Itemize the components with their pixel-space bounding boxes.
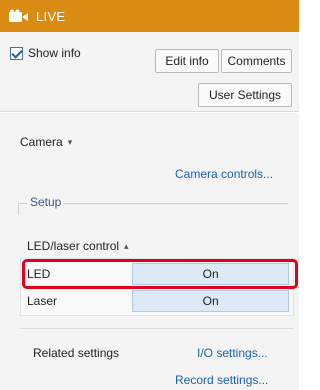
comments-button[interactable]: Comments bbox=[221, 49, 292, 73]
section-separator bbox=[20, 328, 294, 329]
info-section: Show info Edit info Comments User Settin… bbox=[0, 32, 299, 112]
camera-controls-link[interactable]: Camera controls... bbox=[175, 167, 273, 181]
video-camera-icon bbox=[8, 9, 30, 23]
camera-section-label: Camera bbox=[20, 135, 63, 149]
user-settings-button[interactable]: User Settings bbox=[198, 83, 292, 107]
laser-toggle-button[interactable]: On bbox=[132, 290, 289, 312]
led-laser-section: LED/laser control ▴ LED On Laser On Rela… bbox=[0, 221, 299, 390]
checkbox-checked-icon[interactable] bbox=[10, 46, 23, 60]
setup-group-label: Setup bbox=[27, 195, 65, 209]
laser-row: Laser On bbox=[27, 289, 289, 313]
record-settings-link[interactable]: Record settings... bbox=[175, 373, 268, 387]
live-titlebar: LIVE bbox=[0, 0, 299, 32]
led-laser-section-label: LED/laser control bbox=[27, 239, 120, 253]
camera-section: Camera ▾ Camera controls... Setup bbox=[0, 113, 299, 221]
camera-section-toggle[interactable]: Camera ▾ bbox=[20, 135, 72, 149]
related-settings-label: Related settings bbox=[33, 346, 120, 360]
show-info-label: Show info bbox=[28, 46, 81, 60]
caret-down-icon[interactable]: ▾ bbox=[68, 137, 73, 148]
caret-up-icon[interactable]: ▴ bbox=[124, 241, 129, 252]
edit-info-button[interactable]: Edit info bbox=[155, 49, 219, 73]
io-settings-link[interactable]: I/O settings... bbox=[197, 346, 268, 360]
setup-divider-tick bbox=[18, 203, 19, 215]
laser-label: Laser bbox=[27, 294, 58, 308]
show-info-checkbox[interactable]: Show info bbox=[10, 46, 81, 60]
window-title: LIVE bbox=[36, 8, 66, 24]
led-laser-section-toggle[interactable]: LED/laser control ▴ bbox=[27, 239, 129, 253]
led-row-highlight bbox=[22, 259, 298, 289]
